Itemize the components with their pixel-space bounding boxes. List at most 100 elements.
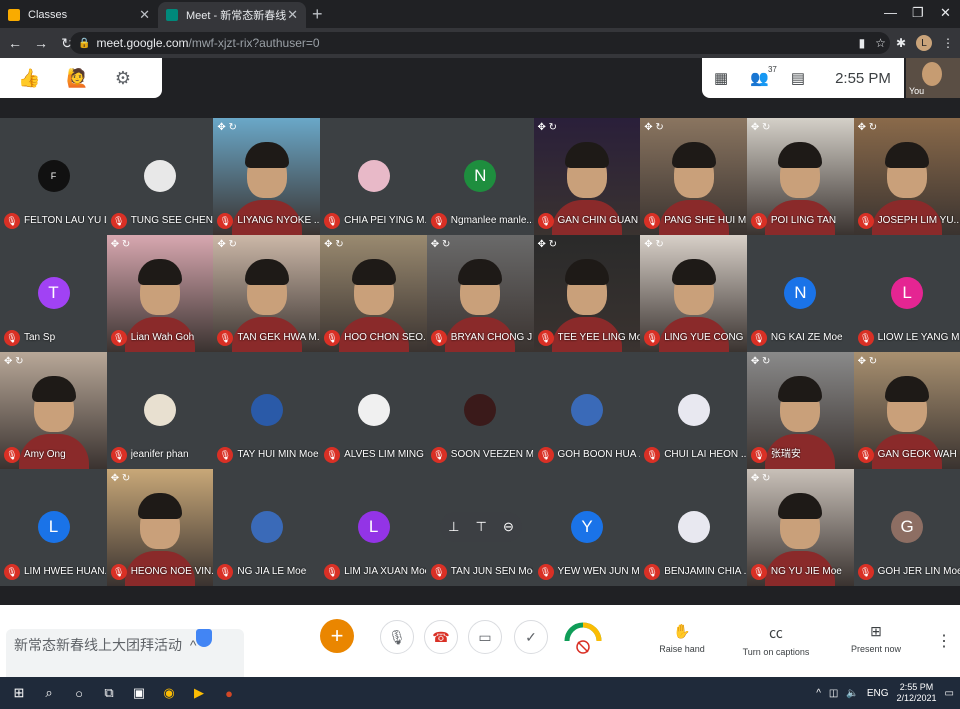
- participant-tile[interactable]: 🎙 CHUI LAI HEON ...: [640, 352, 748, 469]
- participant-tile[interactable]: N 🎙 Ngmanlee manle...: [426, 118, 534, 235]
- media-icon[interactable]: ▶: [184, 685, 214, 701]
- extensions-icon[interactable]: ✱: [896, 36, 906, 50]
- participant-tile[interactable]: ✥ ↻ 🎙 GAN GEOK WAH ...: [853, 352, 960, 469]
- volume-icon[interactable]: 🔈: [846, 688, 858, 699]
- add-activity-button[interactable]: +: [320, 619, 354, 653]
- participant-tile[interactable]: ✥ ↻ 🎙 TAN GEK HWA M...: [213, 235, 321, 352]
- participant-tile[interactable]: ✥ ↻ 🎙 LING YUE CONG ...: [640, 235, 748, 352]
- participant-tile[interactable]: F 🎙 FELTON LAU YU L...: [0, 118, 107, 235]
- clock[interactable]: 2:55 PM 2/12/2021: [897, 682, 937, 704]
- present-button[interactable]: ⊞ Present now: [836, 623, 916, 654]
- tile-options-icon[interactable]: ✥ ↻: [324, 239, 344, 250]
- participant-tile[interactable]: 🎙 TUNG SEE CHEN...: [106, 118, 214, 235]
- participant-tile[interactable]: ✥ ↻ 🎙 JOSEPH LIM YU...: [853, 118, 960, 235]
- close-tab-icon[interactable]: ✕: [287, 7, 298, 23]
- language-indicator[interactable]: ENG: [867, 688, 889, 699]
- chrome-icon[interactable]: ◉: [154, 685, 184, 701]
- participant-tile[interactable]: G 🎙 GOH JER LIN Moe: [853, 469, 960, 586]
- new-tab-icon[interactable]: +: [312, 4, 323, 25]
- tile-options-icon[interactable]: ✥ ↻: [217, 239, 237, 250]
- tile-options-icon[interactable]: ✥ ↻: [858, 356, 878, 367]
- tile-options-icon[interactable]: ✥ ↻: [538, 239, 558, 250]
- host-controls-icon[interactable]: [196, 629, 212, 647]
- participant-tile[interactable]: L 🎙 LIM JIA XUAN Moe: [320, 469, 428, 586]
- close-tab-icon[interactable]: ✕: [139, 7, 150, 23]
- app-icon[interactable]: ▣: [124, 685, 154, 701]
- search-icon[interactable]: ⌕: [34, 685, 64, 701]
- tab-meet[interactable]: Meet - 新常态新春线上大团 ✕: [158, 2, 306, 28]
- check-button[interactable]: ✓: [514, 620, 548, 654]
- participant-tile[interactable]: 🎙 BENJAMIN CHIA ...: [640, 469, 748, 586]
- participant-tile[interactable]: 🎙 GOH BOON HUA ...: [533, 352, 641, 469]
- maximize-icon[interactable]: ❐: [912, 5, 924, 21]
- windows-start-icon[interactable]: ⊞: [4, 685, 34, 701]
- camera-button[interactable]: ▭: [468, 620, 502, 654]
- participant-tile[interactable]: 🎙 ALVES LIM MING ...: [320, 352, 428, 469]
- captions-button[interactable]: ㏄ Turn on captions: [736, 623, 816, 657]
- microphone-button[interactable]: 🎙: [380, 620, 414, 654]
- participant-tile[interactable]: ✥ ↻ 🎙 HEONG NOE VIN...: [106, 469, 214, 586]
- star-icon[interactable]: ☆: [875, 36, 886, 50]
- participant-tile[interactable]: ✥ ↻ 🎙GAN CHIN GUAN ...: [533, 118, 641, 235]
- participant-tile[interactable]: T 🎙 Tan Sp: [0, 235, 107, 352]
- powerpoint-icon[interactable]: ●: [214, 686, 244, 701]
- tile-options-icon[interactable]: ✥ ↻: [111, 473, 131, 484]
- participants-icon[interactable]: 👥 37: [750, 65, 777, 87]
- forward-icon[interactable]: →: [30, 35, 52, 51]
- settings-icon[interactable]: ⚙: [115, 68, 131, 89]
- tray-up-icon[interactable]: ^: [816, 688, 821, 699]
- network-icon[interactable]: ◫: [829, 688, 838, 699]
- leave-call-button[interactable]: ☎: [424, 620, 458, 654]
- participant-tile[interactable]: ✥ ↻ 🎙 PANG SHE HUI M...: [640, 118, 748, 235]
- tile-options-icon[interactable]: ✥ ↻: [751, 356, 771, 367]
- minimize-icon[interactable]: —: [884, 5, 897, 20]
- tile-options-icon[interactable]: ✥ ↻: [644, 239, 664, 250]
- tile-options-icon[interactable]: ✥ ↻: [111, 239, 131, 250]
- noise-gauge-icon[interactable]: [562, 615, 604, 657]
- participant-tile[interactable]: ✥ ↻ 🎙 LIYANG NYOKE ...: [213, 118, 321, 235]
- tile-options-icon[interactable]: ✥ ↻: [751, 473, 771, 484]
- participant-tile[interactable]: 🎙 NG JIA LE Moe: [213, 469, 321, 586]
- participant-tile[interactable]: 🎙 TAY HUI MIN Moe: [213, 352, 321, 469]
- notification-icon[interactable]: ▭: [945, 688, 954, 699]
- participant-tile[interactable]: ✥ ↻ 🎙 HOO CHON SEO...: [320, 235, 428, 352]
- participant-tile[interactable]: ✥ ↻ 🎙 张瑞安: [746, 352, 854, 469]
- participant-tile[interactable]: 🎙 jeanifer phan: [106, 352, 214, 469]
- tile-options-icon[interactable]: ✥ ↻: [538, 122, 558, 133]
- thumbs-up-icon[interactable]: 👍: [18, 68, 40, 89]
- close-window-icon[interactable]: ✕: [940, 5, 951, 21]
- tile-options-icon[interactable]: ✥ ↻: [751, 122, 771, 133]
- participant-tile[interactable]: ✥ ↻ 🎙 Amy Ong: [0, 352, 107, 469]
- participant-tile[interactable]: Y 🎙 YEW WEN JUN M...: [533, 469, 641, 586]
- more-options-icon[interactable]: ⋮: [936, 631, 952, 651]
- tab-classes[interactable]: Classes ✕: [0, 2, 158, 28]
- tile-options-icon[interactable]: ✥ ↻: [431, 239, 451, 250]
- profile-avatar[interactable]: L: [916, 35, 932, 51]
- tile-options-icon[interactable]: ✥ ↻: [644, 122, 664, 133]
- participant-tile[interactable]: ✥ ↻ 🎙 Lian Wah Goh: [106, 235, 214, 352]
- participant-tile[interactable]: L 🎙 LIOW LE YANG M...: [853, 235, 960, 352]
- participant-tile[interactable]: L 🎙 LIM HWEE HUAN...: [0, 469, 107, 586]
- cortana-icon[interactable]: ○: [64, 686, 94, 701]
- pin-icon[interactable]: ⊥: [448, 519, 459, 535]
- self-view[interactable]: You: [906, 58, 960, 98]
- tile-options-icon[interactable]: ✥ ↻: [858, 122, 878, 133]
- task-view-icon[interactable]: ⧉: [94, 685, 124, 701]
- mute-participant-icon[interactable]: ⊤: [476, 519, 487, 535]
- camera-indicator-icon[interactable]: ▮: [859, 36, 866, 50]
- raise-hand-button[interactable]: ✋ Raise hand: [642, 623, 722, 654]
- menu-icon[interactable]: ⋮: [942, 36, 954, 50]
- tile-options-icon[interactable]: ✥ ↻: [217, 122, 237, 133]
- participant-tile[interactable]: ✥ ↻ 🎙 BRYAN CHONG J...: [426, 235, 534, 352]
- participant-tile[interactable]: ✥ ↻ 🎙 POI LING TAN: [746, 118, 854, 235]
- participant-tile[interactable]: ✥ ↻ 🎙 NG YU JIE Moe: [746, 469, 854, 586]
- participant-tile[interactable]: 🎙 CHIA PEI YING M...: [320, 118, 428, 235]
- address-bar[interactable]: 🔒 meet.google.com/mwf-xjzt-rix?authuser=…: [70, 32, 890, 54]
- back-icon[interactable]: ←: [4, 35, 26, 51]
- participant-tile[interactable]: 🎙SOON VEEZEN M...: [426, 352, 534, 469]
- participant-tile[interactable]: ✥ ↻ 🎙 TEE YEE LING Moe: [533, 235, 641, 352]
- person-icon[interactable]: 🙋: [66, 68, 88, 89]
- layout-icon[interactable]: ▦: [714, 69, 728, 87]
- remove-icon[interactable]: ⊖: [503, 519, 514, 535]
- participant-tile[interactable]: N 🎙 NG KAI ZE Moe: [746, 235, 854, 352]
